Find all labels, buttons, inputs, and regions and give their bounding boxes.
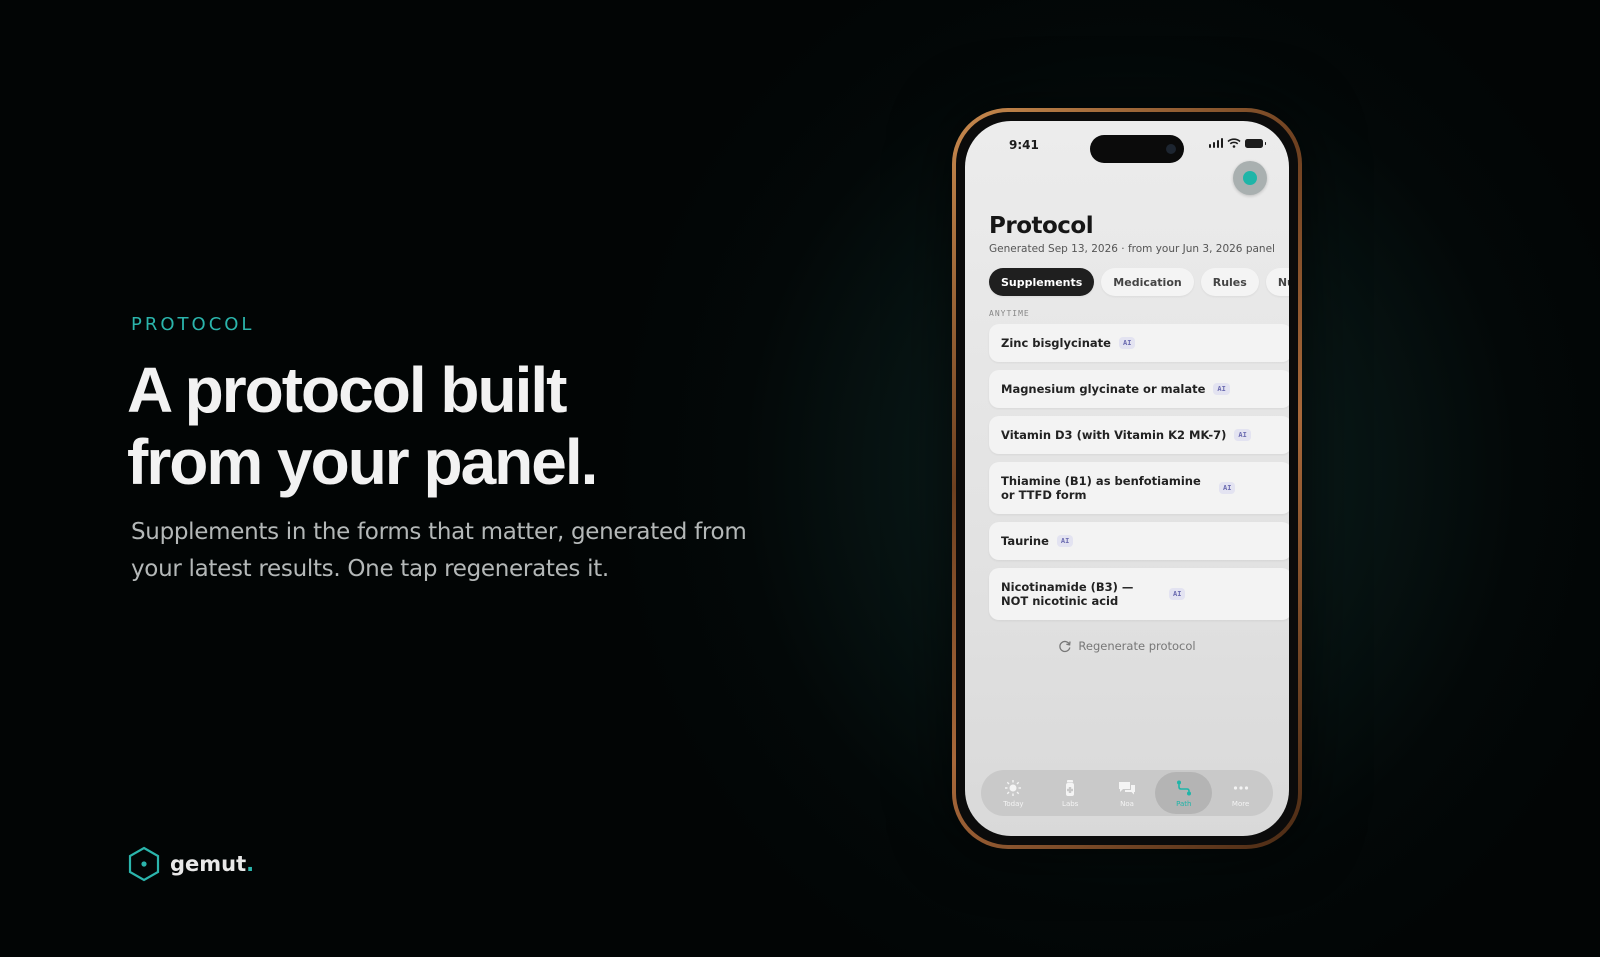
page-subtitle: Generated Sep 13, 2026 · from your Jun 3… — [989, 243, 1275, 255]
ai-badge: AI — [1118, 337, 1136, 349]
ai-badge: AI — [1234, 429, 1251, 441]
chat-icon — [1118, 781, 1135, 794]
supplement-list: Zinc bisglycinate AI Magnesium glycinate… — [989, 324, 1289, 628]
avatar-dot — [1243, 171, 1257, 185]
subhead: Supplements in the forms that matter, ge… — [131, 519, 747, 582]
item-name: Nicotinamide (B3) — NOT nicotinic acid — [1001, 580, 1134, 608]
page-title: Protocol — [989, 213, 1094, 239]
phone-bezel: 9:41 Protocol Generated Sep 13, 2026 · f… — [956, 112, 1298, 845]
more-icon — [1233, 785, 1248, 790]
list-item[interactable]: Thiamine (B1) as benfotiamine or TTFD fo… — [989, 462, 1289, 514]
list-item[interactable]: Taurine AI — [989, 522, 1289, 560]
status-time: 9:41 — [1009, 138, 1039, 152]
item-name: Vitamin D3 (with Vitamin K2 MK-7) — [1001, 428, 1227, 442]
regenerate-label: Regenerate protocol — [1078, 639, 1196, 653]
ai-badge: AI — [1219, 482, 1236, 494]
item-name: Zinc bisglycinate — [1001, 336, 1111, 350]
item-name: Taurine — [1001, 534, 1049, 548]
eyebrow: PROTOCOL — [131, 314, 255, 335]
nav-label: Today — [1003, 799, 1024, 808]
nav-label: Labs — [1062, 799, 1079, 808]
phone-frame: 9:41 Protocol Generated Sep 13, 2026 · f… — [952, 108, 1302, 849]
ai-badge: AI — [1213, 383, 1230, 395]
profile-avatar[interactable] — [1233, 161, 1267, 195]
tab-nutrition[interactable]: Nutritio — [1265, 268, 1289, 296]
brand-name: gemut — [170, 852, 247, 876]
item-name: Magnesium glycinate or malate — [1001, 382, 1206, 396]
brand-dot: . — [246, 852, 255, 876]
nav-label: Path — [1176, 799, 1192, 808]
path-icon — [1176, 780, 1191, 795]
headline: A protocol built from your panel. — [127, 354, 827, 498]
bottom-tab-bar: Today Labs Noa Path More — [981, 770, 1273, 816]
tab-bar: Supplements Medication Rules Nutritio — [989, 268, 1289, 296]
list-item[interactable]: Nicotinamide (B3) — NOT nicotinic acid A… — [989, 568, 1289, 620]
vial-icon — [1066, 779, 1075, 796]
regenerate-button[interactable]: Regenerate protocol — [965, 639, 1289, 653]
tab-supplements[interactable]: Supplements — [989, 268, 1095, 296]
headline-line-2: from your panel. — [127, 426, 598, 498]
nav-noa[interactable]: Noa — [1099, 772, 1156, 814]
nav-label: Noa — [1120, 799, 1134, 808]
ai-badge: AI — [1056, 535, 1074, 547]
nav-today[interactable]: Today — [985, 772, 1042, 814]
phone-screen: 9:41 Protocol Generated Sep 13, 2026 · f… — [965, 121, 1289, 836]
nav-path[interactable]: Path — [1155, 772, 1213, 814]
signal-icon — [1208, 138, 1223, 148]
list-item[interactable]: Zinc bisglycinate AI — [989, 324, 1289, 362]
headline-line-1: A protocol built — [127, 354, 567, 426]
camera-icon — [1166, 144, 1176, 154]
nav-more[interactable]: More — [1212, 772, 1269, 814]
sun-icon — [1005, 779, 1022, 796]
list-item[interactable]: Vitamin D3 (with Vitamin K2 MK-7) AI — [989, 416, 1289, 454]
brand-logo: gemut. — [128, 846, 254, 882]
ai-badge: AI — [1169, 588, 1186, 600]
refresh-icon — [1059, 640, 1072, 653]
tab-medication[interactable]: Medication — [1101, 268, 1194, 296]
dynamic-island — [1090, 135, 1184, 163]
list-item[interactable]: Magnesium glycinate or malate AI — [989, 370, 1289, 408]
tab-rules[interactable]: Rules — [1200, 268, 1259, 296]
item-name: Thiamine (B1) as benfotiamine or TTFD fo… — [1001, 474, 1201, 502]
nav-label: More — [1231, 799, 1250, 808]
wifi-icon — [1227, 138, 1241, 148]
section-label: ANYTIME — [989, 309, 1030, 318]
hexagon-logo-icon — [128, 846, 160, 882]
nav-labs[interactable]: Labs — [1042, 772, 1099, 814]
status-icons — [1208, 138, 1266, 148]
battery-icon — [1245, 138, 1266, 148]
